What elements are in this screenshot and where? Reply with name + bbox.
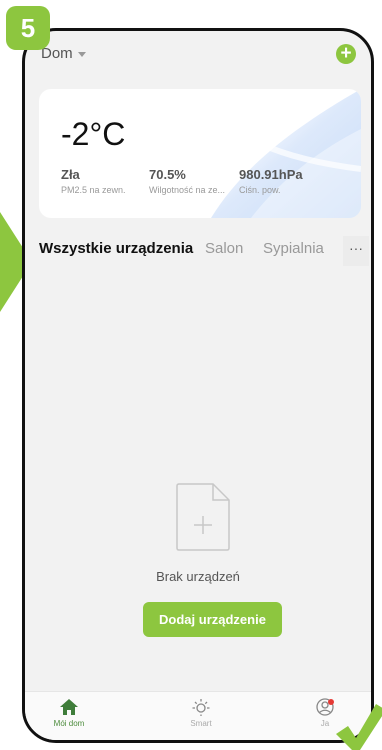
notification-dot — [328, 699, 334, 705]
add-device-button[interactable]: Dodaj urządzenie — [143, 602, 282, 637]
add-icon[interactable]: + — [336, 44, 356, 64]
tab-all-devices[interactable]: Wszystkie urządzenia — [39, 240, 193, 257]
bottom-nav: Mói dom Smart Ja — [25, 691, 371, 740]
home-selector[interactable]: Dom — [41, 45, 86, 62]
stat-label: Wilgotność na ze... — [149, 185, 226, 195]
checkmark-icon — [336, 704, 382, 750]
stat-value: Zła — [61, 167, 80, 182]
nav-smart[interactable]: Smart — [171, 698, 231, 728]
empty-state-text: Brak urządzeń — [156, 569, 240, 584]
stat-value: 70.5% — [149, 167, 186, 182]
stat-air-quality: Zła PM2.5 na zewn. — [61, 167, 126, 195]
caret-down-icon — [77, 52, 86, 57]
home-name: Dom — [41, 45, 73, 62]
nav-label: Mói dom — [53, 719, 85, 728]
more-tabs-button[interactable]: ··· — [343, 236, 369, 266]
stat-label: PM2.5 na zewn. — [61, 185, 126, 195]
stat-label: Ciśn. pow. — [239, 185, 281, 195]
nav-my-home[interactable]: Mói dom — [39, 698, 99, 728]
weather-card[interactable]: -2°C Zła PM2.5 na zewn. 70.5% Wilgotność… — [39, 89, 361, 218]
empty-document-icon — [176, 483, 230, 551]
stat-humidity: 70.5% Wilgotność na ze... — [149, 167, 225, 195]
room-tabs: Wszystkie urządzenia Salon Sypialnia ··· — [25, 236, 371, 266]
stat-value: 980.91hPa — [239, 167, 303, 182]
stat-pressure: 980.91hPa Ciśn. pow. — [239, 167, 303, 195]
phone-frame: Dom + -2°C Zła PM2.5 na zewn. 70.5% Wilg… — [22, 28, 374, 743]
tab-sypialnia[interactable]: Sypialnia — [263, 240, 324, 257]
weather-background-art — [188, 89, 361, 218]
home-icon — [60, 699, 78, 715]
step-badge: 5 — [6, 6, 50, 50]
top-bar: Dom + — [25, 31, 371, 83]
nav-label: Smart — [190, 719, 212, 728]
tab-salon[interactable]: Salon — [205, 240, 243, 257]
temperature: -2°C — [61, 116, 126, 152]
sun-icon — [192, 699, 210, 716]
